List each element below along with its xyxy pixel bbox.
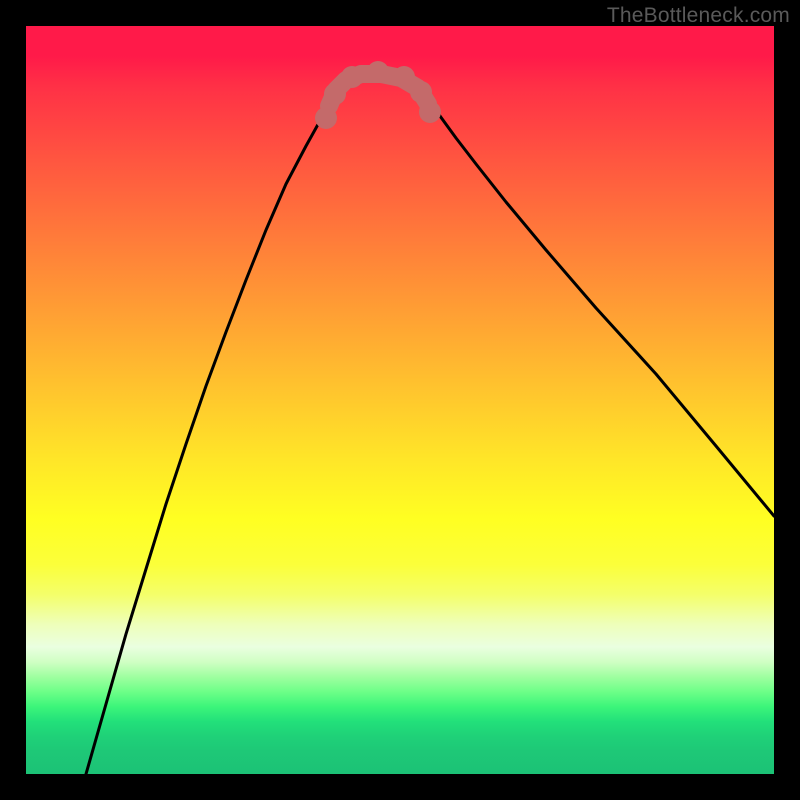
plot-area xyxy=(26,26,774,774)
marker-dot xyxy=(315,107,337,129)
marker-group xyxy=(315,61,441,129)
marker-dot xyxy=(393,66,415,88)
series-left-curve xyxy=(86,88,338,774)
curve-layer xyxy=(26,26,774,774)
marker-dot xyxy=(324,83,346,105)
marker-dot xyxy=(410,81,432,103)
marker-dot xyxy=(341,66,363,88)
marker-dot xyxy=(367,61,389,83)
marker-dot xyxy=(419,101,441,123)
series-group xyxy=(86,74,774,774)
watermark-text: TheBottleneck.com xyxy=(607,4,790,28)
series-right-curve xyxy=(424,88,774,516)
chart-frame: TheBottleneck.com xyxy=(0,0,800,800)
